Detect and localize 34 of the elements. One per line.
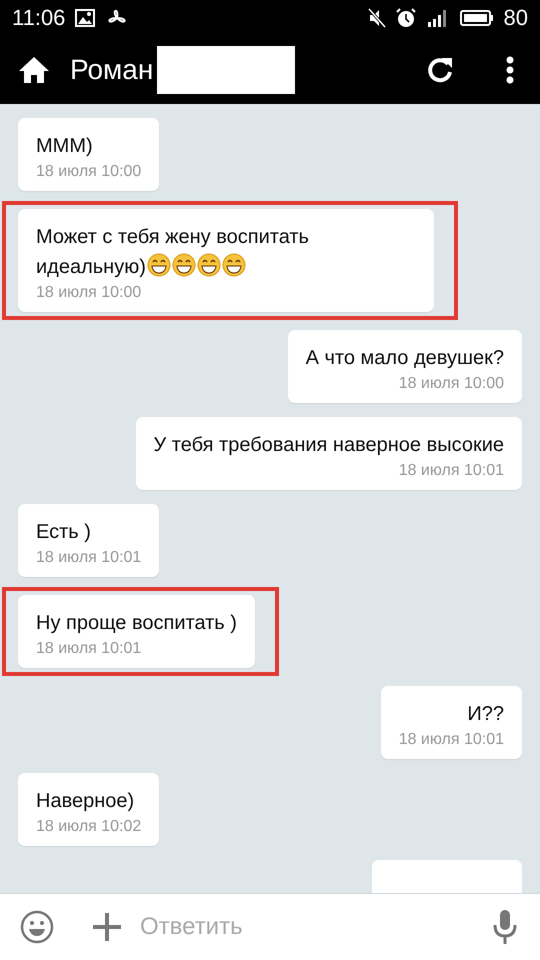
message-time: 18 июля 10:00 — [36, 284, 142, 302]
message-time: 18 июля 10:01 — [398, 462, 504, 480]
message-time: 18 июля 10:01 — [398, 731, 504, 749]
emoji-icon[interactable] — [20, 910, 54, 944]
grinning-face-icon — [222, 253, 246, 277]
grinning-face-icon — [172, 253, 196, 277]
battery-icon — [460, 9, 494, 27]
microphone-icon[interactable] — [492, 909, 518, 945]
message-time: 18 июля 10:02 — [36, 818, 142, 836]
battery-level: 80 — [504, 5, 528, 31]
grinning-face-icon — [146, 253, 171, 277]
plus-icon[interactable] — [92, 912, 122, 942]
message-text: МММ) — [36, 134, 94, 159]
home-icon[interactable] — [18, 56, 50, 84]
message-text: И?? — [466, 702, 504, 727]
message-time: 18 июля 10:00 — [398, 375, 504, 393]
more-icon[interactable] — [506, 56, 514, 84]
message-text: Может с тебя жену воспитать идеальную) — [36, 225, 310, 280]
message-time: 18 июля 10:01 — [36, 549, 142, 567]
message-text: У тебя требования наверное высокие — [154, 433, 504, 458]
message-text: Наверное) — [36, 789, 136, 814]
mute-icon — [368, 8, 386, 28]
reply-bar[interactable]: Ответить — [0, 893, 540, 960]
refresh-icon[interactable] — [426, 56, 454, 84]
message-text: Есть ) — [36, 520, 92, 545]
image-icon — [75, 9, 96, 27]
contact-name: Роман — [70, 54, 154, 86]
status-time: 11:06 — [12, 5, 66, 31]
message-time: 18 июля 10:00 — [36, 163, 142, 181]
grinning-face-icon — [196, 253, 221, 277]
alarm-icon — [396, 8, 416, 28]
message-text: Ну проще воспитать ) — [36, 611, 237, 636]
message-time: 18 июля 10:01 — [36, 640, 142, 658]
message-text: А что мало девушек? — [306, 346, 504, 371]
